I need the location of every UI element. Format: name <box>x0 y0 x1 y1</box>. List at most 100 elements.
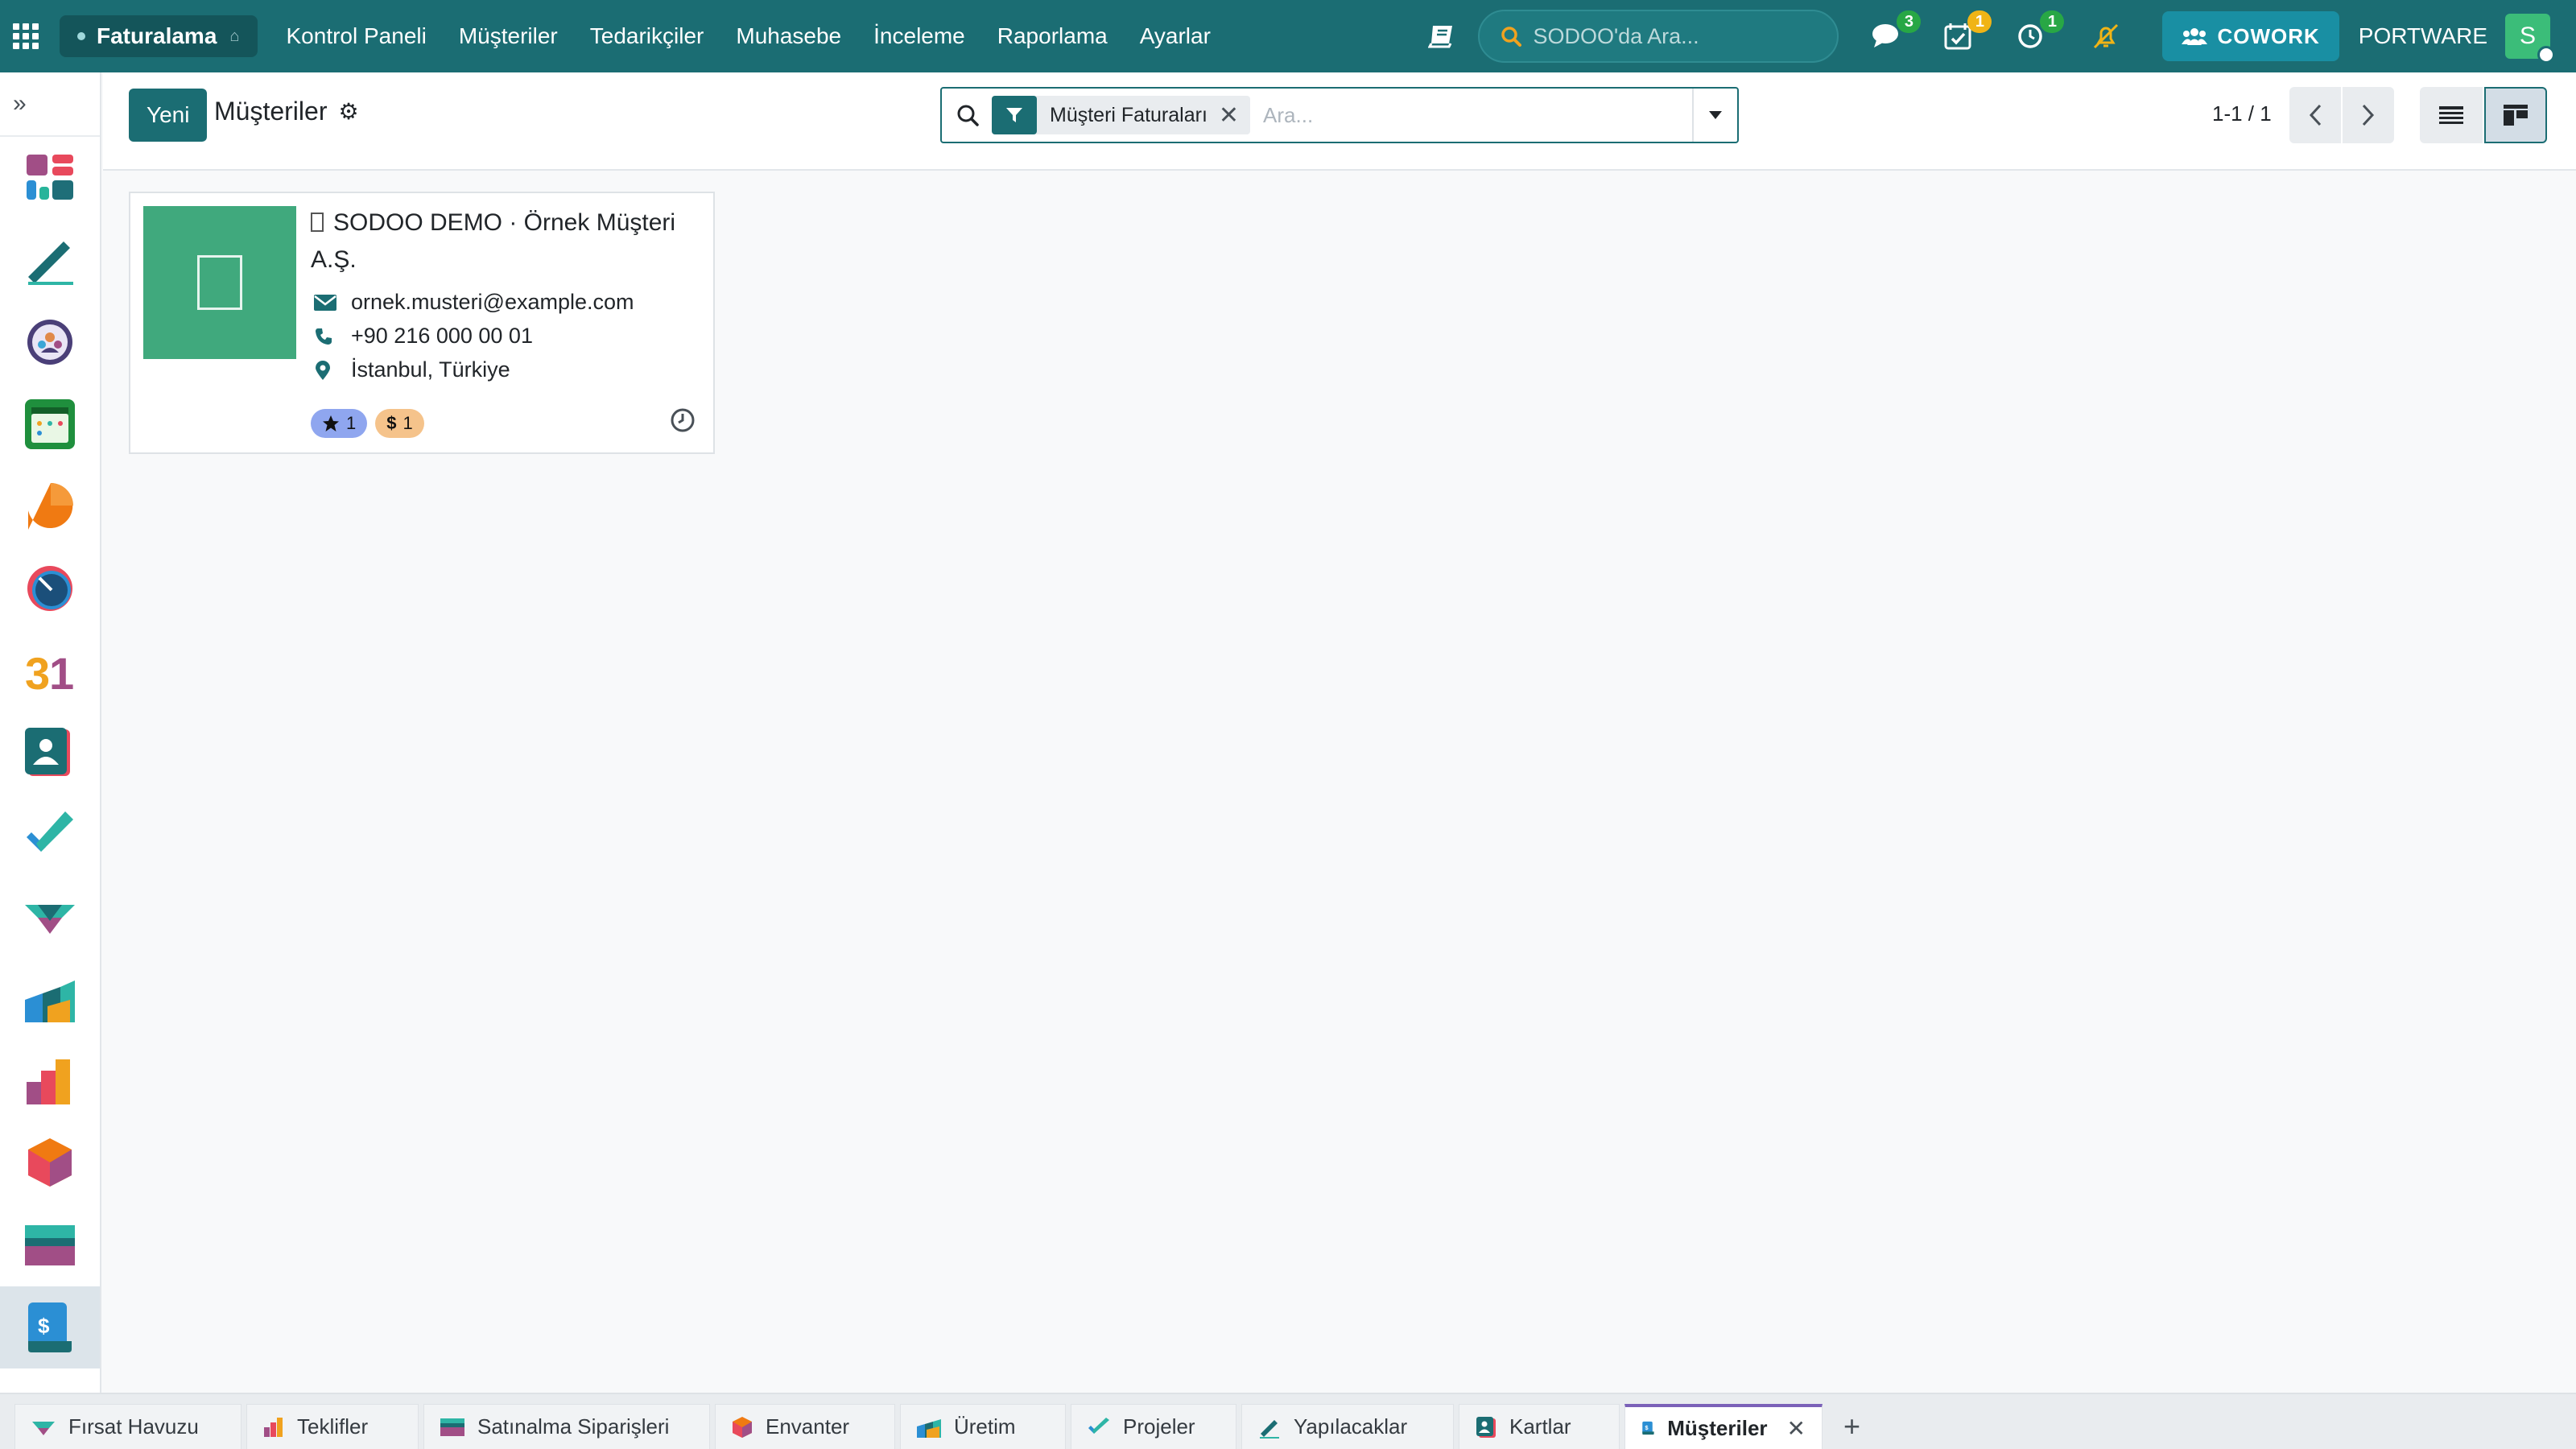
tab-inventory[interactable]: Envanter <box>715 1404 895 1449</box>
sidebar-app-planning[interactable] <box>0 383 100 465</box>
close-icon[interactable]: ✕ <box>1787 1415 1806 1442</box>
purchase-icon <box>440 1418 464 1436</box>
app-sidebar: » 31 $ <box>0 72 101 1393</box>
calendar-app-icon <box>25 399 75 449</box>
tab-purchase-orders[interactable]: Satınalma Siparişleri <box>423 1404 710 1449</box>
menu-item-accounting[interactable]: Muhasebe <box>720 23 857 49</box>
kanban-record-card[interactable]: SODOO DEMO · Örnek Müşteri A.Ş. ornek.mu… <box>129 192 715 454</box>
sidebar-app-manufacturing[interactable] <box>0 958 100 1040</box>
sidebar-app-calendar[interactable]: 31 <box>0 630 100 712</box>
pager-next-button[interactable] <box>2343 87 2394 143</box>
new-button[interactable]: Yeni <box>129 89 208 142</box>
menu-item-vendors[interactable]: Tedarikçiler <box>574 23 720 49</box>
messages-count-badge: 3 <box>1897 10 1922 33</box>
inventory-app-icon <box>28 1138 72 1187</box>
envelope-icon <box>314 294 338 311</box>
cowork-label: COWORK <box>2217 23 2320 48</box>
pager-previous-button[interactable] <box>2289 87 2341 143</box>
grid-icon <box>13 23 39 49</box>
image-placeholder-icon <box>197 255 242 310</box>
tab-cards[interactable]: Kartlar <box>1459 1404 1620 1449</box>
inventory-icon <box>733 1416 752 1438</box>
sidebar-app-notes[interactable] <box>0 219 100 301</box>
dollar-icon: $ <box>386 413 397 433</box>
remove-filter-icon[interactable]: ✕ <box>1219 101 1250 130</box>
tab-label: Projeler <box>1123 1414 1195 1439</box>
record-badges: 1 $ 1 <box>311 409 432 438</box>
sidebar-app-invoicing[interactable]: $ <box>0 1286 100 1368</box>
control-panel: Yeni Müşteriler ⚙ Müşteri Faturaları ✕ 1… <box>103 72 2576 171</box>
add-tab-button[interactable]: + <box>1827 1404 1876 1449</box>
timer-count-badge: 1 <box>2040 10 2065 33</box>
kanban-view-button[interactable] <box>2484 87 2547 143</box>
menu-item-review[interactable]: İnceleme <box>857 23 981 49</box>
svg-text:1: 1 <box>49 648 74 699</box>
invoice-badge[interactable]: $ 1 <box>375 409 424 438</box>
pager-value[interactable]: 1-1 / 1 <box>2212 101 2272 126</box>
book-icon[interactable] <box>1428 24 1455 48</box>
status-dot-icon <box>77 32 85 40</box>
gear-icon[interactable]: ⚙ <box>338 98 358 125</box>
sidebar-app-dashboard[interactable] <box>0 137 100 219</box>
svg-text:3: 3 <box>25 648 50 699</box>
tab-customers[interactable]: $ Müşteriler ✕ <box>1624 1404 1823 1449</box>
activities-button[interactable]: 1 <box>1942 10 1992 52</box>
sidebar-app-discuss[interactable] <box>0 465 100 547</box>
company-switcher[interactable]: PORTWARE <box>2359 23 2487 49</box>
sidebar-app-tasks[interactable] <box>0 794 100 876</box>
crm-app-icon <box>25 905 75 934</box>
tab-quotations[interactable]: Teklifler <box>246 1404 419 1449</box>
tab-label: Üretim <box>954 1414 1016 1439</box>
tab-label: Teklifler <box>297 1414 369 1439</box>
app-name: Faturalama <box>97 23 217 48</box>
record-location-line: İstanbul, Türkiye <box>314 357 510 382</box>
top-navbar: Faturalama ⌂ Kontrol Paneli Müşteriler T… <box>0 0 2576 72</box>
sidebar-expand-button[interactable]: » <box>0 72 100 137</box>
manufacturing-icon <box>917 1418 941 1438</box>
user-avatar[interactable]: S <box>2505 14 2555 64</box>
messages-button[interactable]: 3 <box>1871 10 1922 52</box>
global-search-input[interactable]: SODOO'da Ara... <box>1478 10 1839 63</box>
timer-button[interactable]: 1 <box>2014 10 2065 52</box>
sidebar-app-team[interactable] <box>0 301 100 383</box>
sales-icon <box>264 1417 283 1437</box>
tab-label: Satınalma Siparişleri <box>477 1414 670 1439</box>
notifications-button[interactable] <box>2090 20 2122 52</box>
sidebar-app-crm[interactable] <box>0 876 100 958</box>
sidebar-app-inventory[interactable] <box>0 1122 100 1204</box>
app-brand-button[interactable]: Faturalama ⌂ <box>60 15 258 57</box>
tab-projects[interactable]: Projeler <box>1071 1404 1236 1449</box>
tab-todo[interactable]: Yapılacaklar <box>1241 1404 1454 1449</box>
search-icon <box>1501 27 1522 47</box>
search-input[interactable] <box>1250 102 1692 128</box>
clock-icon[interactable] <box>670 407 696 433</box>
systray: SODOO'da Ara... 3 1 1 COWORK PORTWARE S <box>1428 0 2576 72</box>
pen-app-icon <box>28 242 73 285</box>
sales-app-icon <box>27 1059 70 1104</box>
menu-item-settings[interactable]: Ayarlar <box>1124 23 1227 49</box>
search-options-toggle[interactable] <box>1692 89 1737 142</box>
star-badge[interactable]: 1 <box>311 409 368 438</box>
sidebar-app-dial[interactable] <box>0 547 100 630</box>
team-app-icon <box>27 320 72 365</box>
tab-label: Kartlar <box>1509 1414 1571 1439</box>
search-icon[interactable] <box>956 104 979 126</box>
menu-item-dashboard[interactable]: Kontrol Paneli <box>270 23 443 49</box>
tab-opportunities[interactable]: Fırsat Havuzu <box>14 1404 242 1449</box>
menu-item-reporting[interactable]: Raporlama <box>981 23 1124 49</box>
tab-label: Fırsat Havuzu <box>68 1414 199 1439</box>
crm-icon <box>32 1421 55 1435</box>
cowork-button[interactable]: COWORK <box>2162 11 2339 61</box>
sidebar-app-sales[interactable] <box>0 1040 100 1122</box>
apps-menu-button[interactable] <box>0 0 52 72</box>
map-marker-icon <box>314 360 338 381</box>
list-view-button[interactable] <box>2420 87 2483 143</box>
sidebar-app-purchase[interactable] <box>0 1204 100 1286</box>
filter-facet: Müşteri Faturaları ✕ <box>992 96 1251 134</box>
dashboard-app-icon <box>27 155 73 200</box>
project-icon <box>1088 1417 1109 1434</box>
sidebar-app-contacts[interactable] <box>0 712 100 794</box>
menu-item-customers[interactable]: Müşteriler <box>443 23 574 49</box>
company-icon <box>311 213 324 232</box>
tab-manufacturing[interactable]: Üretim <box>900 1404 1066 1449</box>
